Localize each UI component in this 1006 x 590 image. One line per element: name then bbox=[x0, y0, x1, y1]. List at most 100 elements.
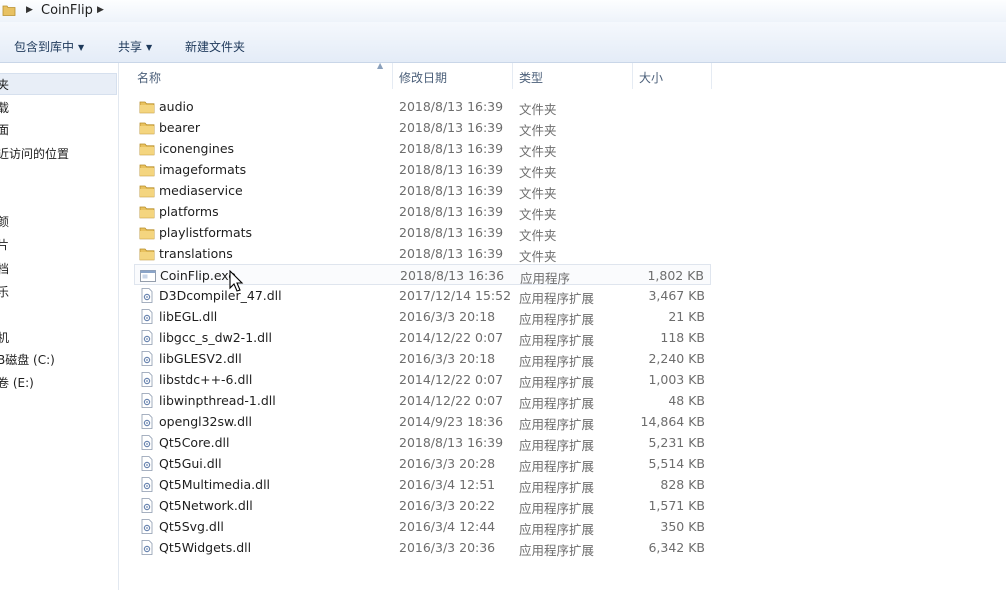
nav-item[interactable]: 颜 bbox=[0, 213, 9, 230]
file-row[interactable]: Qt5Multimedia.dll 2016/3/4 12:51 应用程序扩展 828… bbox=[134, 474, 711, 495]
file-row[interactable]: CoinFlip.exe 2018/8/13 16:36 应用程序 1,802 KB bbox=[134, 264, 711, 286]
file-row[interactable]: playlistformats 2018/8/13 16:39 文件夹 bbox=[134, 222, 711, 243]
file-modified-date: 2018/8/13 16:39 bbox=[399, 204, 504, 219]
file-row[interactable]: audio 2018/8/13 16:39 文件夹 bbox=[134, 96, 711, 117]
file-row[interactable]: iconengines 2018/8/13 16:39 文件夹 bbox=[134, 138, 711, 159]
file-modified-date: 2018/8/13 16:39 bbox=[399, 141, 504, 156]
file-type: 应用程序扩展 bbox=[519, 354, 595, 369]
file-row[interactable]: Qt5Network.dll 2016/3/3 20:22 应用程序扩展 1,571 … bbox=[134, 495, 711, 516]
file-row[interactable]: Qt5Svg.dll 2016/3/4 12:44 应用程序扩展 350 KB bbox=[134, 516, 711, 537]
file-name: mediaservice bbox=[159, 183, 243, 198]
file-row[interactable]: Qt5Core.dll 2018/8/13 16:39 应用程序扩展 5,231 KB bbox=[134, 432, 711, 453]
file-size: 350 KB bbox=[660, 519, 705, 534]
include-in-library-label: 包含到库中 bbox=[14, 40, 75, 54]
file-modified-date: 2014/12/22 0:07 bbox=[399, 330, 504, 345]
file-type: 文件夹 bbox=[519, 165, 557, 180]
file-name: translations bbox=[159, 246, 233, 261]
nav-item[interactable]: 载 bbox=[0, 99, 9, 116]
nav-item[interactable]: 乐 bbox=[0, 283, 9, 300]
file-modified-date: 2018/8/13 16:39 bbox=[399, 246, 504, 261]
file-type: 应用程序扩展 bbox=[519, 480, 595, 495]
navigation-pane: 夹 载 面 近访问的位置 颜 片 档 乐 机 B磁盘 (C:) 卷 (E:) bbox=[0, 63, 119, 590]
file-modified-date: 2014/12/22 0:07 bbox=[399, 372, 504, 387]
dll-icon bbox=[139, 519, 155, 534]
file-type: 应用程序扩展 bbox=[519, 375, 595, 390]
file-row[interactable]: libgcc_s_dw2-1.dll 2014/12/22 0:07 应用程序扩展 1… bbox=[134, 327, 711, 348]
file-type: 文件夹 bbox=[519, 249, 557, 264]
column-date[interactable]: 修改日期 bbox=[399, 69, 447, 86]
file-row[interactable]: translations 2018/8/13 16:39 文件夹 bbox=[134, 243, 711, 264]
file-modified-date: 2017/12/14 15:52 bbox=[399, 288, 512, 303]
file-type: 文件夹 bbox=[519, 228, 557, 243]
nav-item[interactable]: 片 bbox=[0, 236, 9, 253]
nav-item[interactable]: 档 bbox=[0, 260, 9, 277]
file-name: platforms bbox=[159, 204, 219, 219]
column-divider[interactable] bbox=[632, 63, 633, 89]
file-name: audio bbox=[159, 99, 194, 114]
file-modified-date: 2016/3/4 12:51 bbox=[399, 477, 496, 492]
file-size: 118 KB bbox=[660, 330, 705, 345]
column-header: ▲ 名称 修改日期 类型 大小 bbox=[119, 61, 1006, 89]
new-folder-label: 新建文件夹 bbox=[185, 40, 246, 54]
include-in-library-button[interactable]: 包含到库中 ▼ bbox=[14, 38, 84, 55]
file-row[interactable]: imageformats 2018/8/13 16:39 文件夹 bbox=[134, 159, 711, 180]
chevron-down-icon: ▼ bbox=[78, 43, 85, 52]
column-name[interactable]: 名称 bbox=[137, 69, 161, 86]
file-row[interactable]: mediaservice 2018/8/13 16:39 文件夹 bbox=[134, 180, 711, 201]
dll-icon bbox=[139, 414, 155, 429]
dll-icon bbox=[139, 330, 155, 345]
address-bar[interactable]: ▶ CoinFlip ▶ bbox=[0, 0, 1006, 23]
file-row[interactable]: libwinpthread-1.dll 2014/12/22 0:07 应用程序扩展… bbox=[134, 390, 711, 411]
column-divider[interactable] bbox=[512, 63, 513, 89]
nav-item[interactable]: 夹 bbox=[0, 76, 9, 93]
file-type: 文件夹 bbox=[519, 207, 557, 222]
file-name: Qt5Multimedia.dll bbox=[159, 477, 271, 492]
file-name: libGLESV2.dll bbox=[159, 351, 242, 366]
file-row[interactable]: bearer 2018/8/13 16:39 文件夹 bbox=[134, 117, 711, 138]
column-divider[interactable] bbox=[392, 63, 393, 89]
file-size: 3,467 KB bbox=[648, 288, 705, 303]
file-modified-date: 2014/9/23 18:36 bbox=[399, 414, 504, 429]
file-size: 5,231 KB bbox=[648, 435, 705, 450]
folder-icon bbox=[139, 225, 155, 240]
file-size: 21 KB bbox=[668, 309, 705, 324]
share-button[interactable]: 共享 ▼ bbox=[118, 38, 152, 55]
file-type: 应用程序扩展 bbox=[519, 291, 595, 306]
dll-icon bbox=[139, 309, 155, 324]
mouse-cursor-icon bbox=[229, 270, 244, 292]
file-modified-date: 2018/8/13 16:39 bbox=[399, 435, 504, 450]
dll-icon bbox=[139, 498, 155, 513]
nav-item[interactable]: 机 bbox=[0, 329, 9, 346]
file-type: 应用程序扩展 bbox=[519, 543, 595, 558]
folder-icon bbox=[139, 246, 155, 261]
dll-icon bbox=[139, 393, 155, 408]
file-row[interactable]: Qt5Gui.dll 2016/3/3 20:28 应用程序扩展 5,514 KB bbox=[134, 453, 711, 474]
nav-item-drive-c[interactable]: B磁盘 (C:) bbox=[0, 351, 55, 368]
column-size[interactable]: 大小 bbox=[639, 69, 663, 86]
file-modified-date: 2018/8/13 16:39 bbox=[399, 225, 504, 240]
dll-icon bbox=[139, 351, 155, 366]
file-row[interactable]: platforms 2018/8/13 16:39 文件夹 bbox=[134, 201, 711, 222]
file-row[interactable]: libstdc++-6.dll 2014/12/22 0:07 应用程序扩展 1,00… bbox=[134, 369, 711, 390]
sort-ascending-icon: ▲ bbox=[377, 61, 384, 70]
file-size: 1,003 KB bbox=[648, 372, 705, 387]
file-row[interactable]: opengl32sw.dll 2014/9/23 18:36 应用程序扩展 14,86… bbox=[134, 411, 711, 432]
breadcrumb-arrow-icon[interactable]: ▶ bbox=[26, 5, 33, 15]
new-folder-button[interactable]: 新建文件夹 bbox=[185, 38, 245, 55]
dll-icon bbox=[139, 435, 155, 450]
file-row[interactable]: libEGL.dll 2016/3/3 20:18 应用程序扩展 21 KB bbox=[134, 306, 711, 327]
nav-item[interactable]: 面 bbox=[0, 121, 9, 138]
nav-item-recent-places[interactable]: 近访问的位置 bbox=[0, 145, 69, 162]
file-name: libwinpthread-1.dll bbox=[159, 393, 276, 408]
nav-selection-highlight bbox=[0, 73, 117, 95]
file-name: iconengines bbox=[159, 141, 235, 156]
file-row[interactable]: D3Dcompiler_47.dll 2017/12/14 15:52 应用程序扩展… bbox=[134, 285, 711, 306]
column-type[interactable]: 类型 bbox=[519, 69, 543, 86]
breadcrumb-arrow-icon[interactable]: ▶ bbox=[97, 5, 104, 15]
file-row[interactable]: libGLESV2.dll 2016/3/3 20:18 应用程序扩展 2,240 K… bbox=[134, 348, 711, 369]
nav-item-drive-e[interactable]: 卷 (E:) bbox=[0, 374, 34, 391]
file-row[interactable]: Qt5Widgets.dll 2016/3/3 20:36 应用程序扩展 6,342 … bbox=[134, 537, 711, 558]
dll-icon bbox=[139, 456, 155, 471]
breadcrumb-current[interactable]: CoinFlip bbox=[41, 3, 93, 18]
column-divider[interactable] bbox=[711, 63, 712, 89]
